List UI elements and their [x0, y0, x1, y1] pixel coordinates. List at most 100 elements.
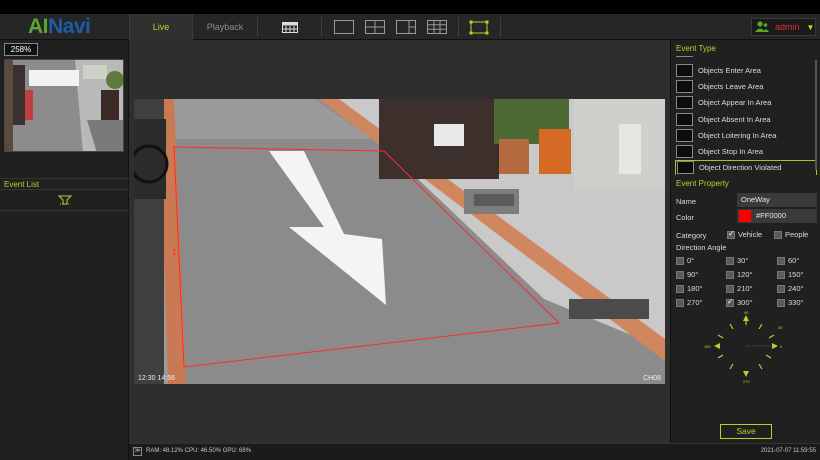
object-absent-icon	[676, 112, 693, 126]
people-checkbox[interactable]	[774, 230, 782, 239]
angle-label: 150°	[788, 270, 804, 279]
event-type-label: Object Direction Violated	[699, 163, 782, 173]
layout-9-icon[interactable]	[425, 14, 449, 40]
camera-thumbnail[interactable]	[4, 59, 124, 152]
category-label-text: People	[785, 230, 809, 239]
event-property-title: Event Property	[676, 179, 729, 188]
angle-checkbox[interactable]	[676, 284, 684, 293]
live-view-area: 1 12:30 14:56 CH08	[129, 40, 670, 443]
color-field[interactable]: #FF0000	[737, 209, 817, 223]
angle-0[interactable]: 0°	[676, 256, 694, 265]
angle-label: 90°	[687, 270, 699, 279]
angle-checkbox[interactable]	[676, 256, 684, 265]
angle-label: 180°	[687, 284, 703, 293]
layout-4-icon[interactable]	[363, 14, 387, 40]
layout-1-icon[interactable]	[332, 14, 356, 40]
angle-210[interactable]: 210°	[726, 284, 753, 293]
dial-label-e: 0	[780, 344, 783, 349]
event-type-title: Event Type	[676, 44, 716, 53]
event-type-label: Object Appear In Area	[698, 98, 772, 108]
event-filter-icon[interactable]	[57, 195, 72, 207]
angle-checkbox[interactable]	[676, 270, 684, 279]
angle-30[interactable]: 30°	[726, 256, 748, 265]
event-type-label: Object Absent In Area	[698, 114, 771, 124]
direction-violated-icon	[677, 161, 694, 175]
angle-checkbox[interactable]	[726, 256, 734, 265]
area-leave-icon	[676, 79, 693, 93]
category-people[interactable]: People	[774, 230, 808, 239]
angle-270[interactable]: 270°	[676, 298, 703, 307]
dial-label-w: 180	[704, 344, 711, 349]
object-loitering-icon	[676, 128, 693, 142]
video-channel: CH08	[643, 375, 661, 382]
right-panel: Event Type Objects Enter Area Objects Le…	[670, 40, 820, 443]
system-metrics: RAM: 48.12% CPU: 46.50% GPU: 68%	[146, 448, 252, 454]
event-type-label: Objects Enter Area	[698, 65, 761, 75]
camera-video[interactable]: 1 12:30 14:56 CH08	[134, 99, 665, 384]
category-label-text: Vehicle	[738, 230, 763, 239]
area-enter-icon	[676, 63, 693, 77]
angle-checkbox[interactable]	[726, 284, 734, 293]
event-type-object-appear[interactable]: Object Appear In Area	[675, 95, 817, 111]
color-label: Color	[676, 213, 694, 222]
angle-checkbox[interactable]	[777, 284, 785, 293]
angle-label: 210°	[737, 284, 753, 293]
object-appear-icon	[676, 96, 693, 110]
roi-label: 1	[172, 248, 177, 257]
name-field[interactable]	[737, 193, 817, 207]
dial-label-ne: 30	[778, 325, 783, 330]
video-timestamp: 12:30 14:56	[138, 375, 175, 382]
color-swatch[interactable]	[739, 210, 751, 223]
angle-label: 0°	[687, 256, 695, 265]
event-type-label: Object Loitering In Area	[698, 130, 777, 140]
angle-180[interactable]: 180°	[676, 284, 703, 293]
category-vehicle[interactable]: Vehicle	[727, 229, 763, 239]
event-type-object-absent[interactable]: Object Absent In Area	[675, 111, 817, 127]
save-button[interactable]: Save	[720, 424, 772, 439]
direction-angle-label: Direction Angle	[676, 243, 727, 252]
angle-label: 30°	[737, 256, 749, 265]
angle-label: 120°	[737, 270, 753, 279]
event-type-objects-enter-area[interactable]: Objects Enter Area	[675, 62, 817, 78]
angle-90[interactable]: 90°	[676, 270, 698, 279]
event-type-label: Objects Leave Area	[698, 81, 764, 91]
dial-label-n: 90	[744, 310, 749, 315]
angle-60[interactable]: 60°	[777, 256, 799, 265]
event-type-object-loitering[interactable]: Object Loitering In Area	[675, 127, 817, 143]
event-icon	[676, 56, 693, 57]
angle-label: 240°	[788, 284, 804, 293]
angle-checkbox[interactable]	[777, 270, 785, 279]
chevron-down-icon[interactable]: ▼	[807, 23, 815, 32]
tab-live[interactable]: Live	[129, 14, 193, 40]
dial-label-s: 270	[743, 379, 750, 384]
left-panel: 258% Event List	[0, 40, 129, 460]
event-type-scrollbar[interactable]	[815, 60, 817, 170]
event-type-object-stop[interactable]: Object Stop In Area	[675, 143, 817, 159]
category-label: Category	[676, 231, 707, 240]
tab-playback[interactable]: Playback	[193, 14, 257, 40]
status-bar: ≫ RAM: 48.12% CPU: 46.50% GPU: 68% 2021-…	[129, 443, 820, 460]
vehicle-checkbox[interactable]	[727, 229, 735, 239]
event-type-list: Objects Enter Area Objects Leave Area Ob…	[675, 56, 817, 175]
angle-120[interactable]: 120°	[726, 270, 753, 279]
layout-6-icon[interactable]	[394, 14, 418, 40]
zoom-level: 258%	[4, 43, 38, 56]
top-bar: AINavi Live Playback admin ▼	[0, 14, 820, 40]
object-stop-icon	[676, 145, 693, 159]
fullscreen-icon[interactable]	[467, 14, 491, 40]
event-type-direction-violated[interactable]: Object Direction Violated	[675, 159, 817, 175]
logo-navi-text: Navi	[48, 15, 91, 38]
angle-240[interactable]: 240°	[777, 284, 804, 293]
angle-checkbox[interactable]	[726, 270, 734, 279]
direction-dial[interactable]: 90 0 270 180 30	[701, 306, 791, 386]
angle-checkbox[interactable]	[676, 298, 684, 307]
user-menu[interactable]: admin ▼	[751, 18, 816, 36]
color-value: #FF0000	[756, 211, 787, 220]
expand-icon[interactable]: ≫	[133, 447, 142, 456]
user-icon	[755, 20, 769, 34]
angle-checkbox[interactable]	[777, 256, 785, 265]
event-type-objects-leave-area[interactable]: Objects Leave Area	[675, 78, 817, 94]
angle-150[interactable]: 150°	[777, 270, 804, 279]
event-type-label: Object Stop In Area	[698, 147, 764, 157]
calendar-grid-icon[interactable]	[278, 14, 302, 40]
